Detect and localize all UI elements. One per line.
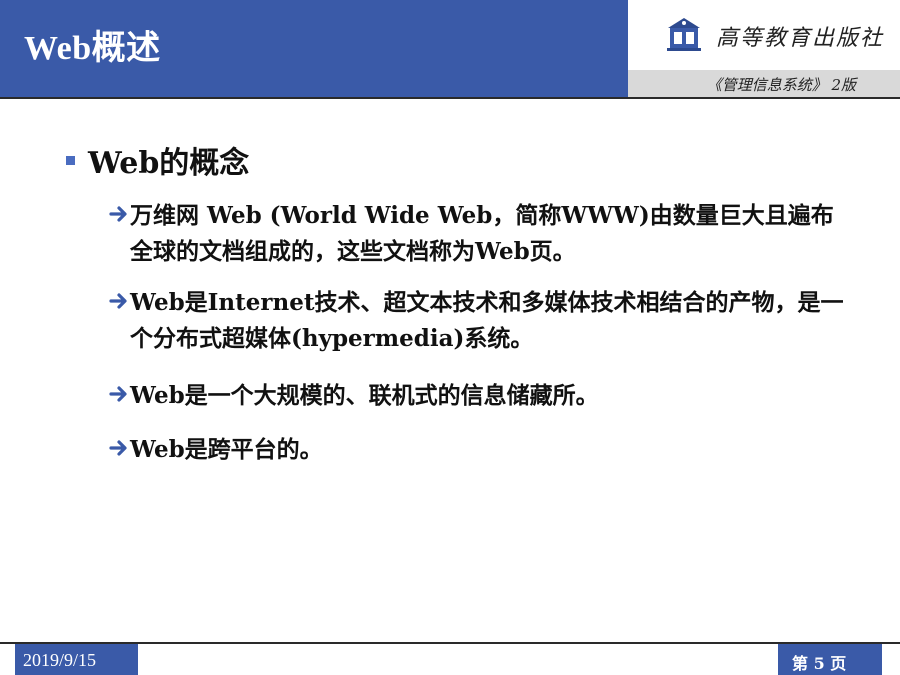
arrow-right-icon — [109, 440, 127, 456]
slide-title: Web概述 — [24, 30, 161, 67]
course-strip: 《管理信息系统》 2版 — [628, 70, 900, 97]
arrow-right-icon — [109, 386, 127, 402]
arrow-right-icon — [109, 206, 127, 222]
header-bar: Web概述 — [0, 0, 628, 97]
main-heading: Web的概念 — [88, 146, 250, 181]
footer-page-box: 第 5 页 — [778, 644, 882, 675]
publisher-box: 高等教育出版社 — [628, 0, 900, 70]
arrow-right-icon — [109, 293, 127, 309]
page-number: 第 5 页 — [792, 654, 847, 673]
list-item: 万维网 Web (World Wide Web，简称WWW)由数量巨大且遍布全球… — [108, 198, 848, 270]
list-item-text: Web是Internet技术、超文本技术和多媒体技术相结合的产物，是一个分布式超… — [130, 289, 844, 352]
list-item-text: 万维网 Web (World Wide Web，简称WWW)由数量巨大且遍布全球… — [130, 202, 834, 265]
footer-date: 2019/9/15 — [23, 650, 97, 670]
publisher-logo-icon — [667, 18, 701, 51]
course-name: 《管理信息系统》 2版 — [706, 76, 856, 94]
publisher-name: 高等教育出版社 — [716, 26, 885, 51]
square-bullet-icon — [66, 156, 75, 165]
header-divider — [0, 97, 900, 99]
list-item-text: Web是跨平台的。 — [130, 436, 323, 463]
list-item: Web是一个大规模的、联机式的信息储藏所。 — [108, 378, 848, 414]
footer-date-box: 2019/9/15 — [15, 644, 138, 675]
list-item: Web是Internet技术、超文本技术和多媒体技术相结合的产物，是一个分布式超… — [108, 285, 848, 357]
list-item-text: Web是一个大规模的、联机式的信息储藏所。 — [130, 382, 599, 409]
footer-mid-strip — [138, 644, 778, 675]
list-item: Web是跨平台的。 — [108, 432, 848, 468]
